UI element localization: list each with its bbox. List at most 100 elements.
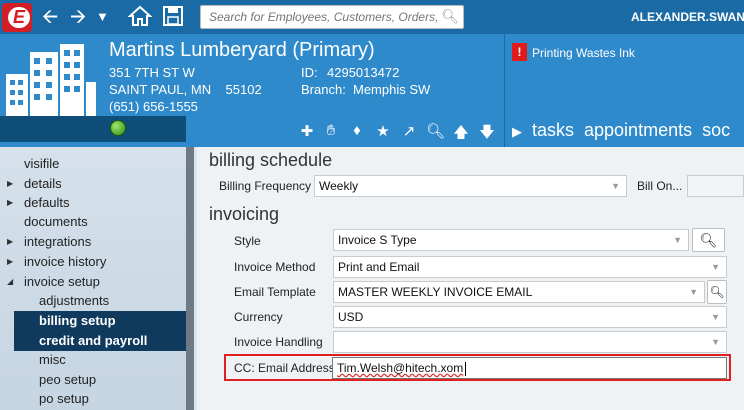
chevron-down-icon[interactable]: ▼ bbox=[711, 307, 720, 327]
sidebar-item-billing-setup[interactable]: billing setup bbox=[14, 311, 186, 331]
sidebar-item-credit-and-payroll[interactable]: credit and payroll bbox=[14, 331, 186, 351]
tab-appointments[interactable]: appointments bbox=[584, 120, 692, 140]
sidebar-item-po-setup[interactable]: po setup bbox=[0, 389, 186, 409]
expand-arrow-icon[interactable]: ▶ bbox=[7, 232, 13, 252]
search-icon[interactable]: 🔍︎ bbox=[441, 8, 459, 25]
bill-on-field[interactable] bbox=[687, 175, 744, 197]
building-icon bbox=[6, 44, 96, 116]
sidebar-item-adjustments[interactable]: adjustments bbox=[0, 291, 186, 311]
billing-frequency-value: Weekly bbox=[319, 179, 359, 193]
invoice-method-value: Print and Email bbox=[338, 260, 420, 274]
user-name[interactable]: ALEXANDER.SWANSO bbox=[631, 10, 744, 24]
chevron-down-icon[interactable]: ▼ bbox=[689, 282, 698, 302]
text-caret bbox=[465, 361, 467, 376]
header-divider bbox=[504, 34, 505, 147]
email-template-search-button[interactable]: 🔍︎ bbox=[707, 280, 727, 304]
search-icon: 🔍︎ bbox=[709, 285, 725, 299]
sidebar-item-invoice-setup[interactable]: ◢ invoice setup bbox=[0, 272, 186, 292]
sidebar-item-defaults[interactable]: ▶ defaults bbox=[0, 193, 186, 213]
email-template-value: MASTER WEEKLY INVOICE EMAIL bbox=[338, 285, 533, 299]
sidebar-item-peo-setup[interactable]: peo setup bbox=[0, 370, 186, 390]
bill-on-label: Bill On... bbox=[637, 179, 683, 193]
branch-label: Branch: bbox=[301, 82, 346, 97]
chevron-down-icon[interactable]: ▼ bbox=[711, 257, 720, 277]
chevron-down-icon[interactable]: ▼ bbox=[611, 176, 620, 196]
alert-icon[interactable]: ! bbox=[512, 43, 527, 61]
invoice-handling-label: Invoice Handling bbox=[234, 335, 323, 349]
collapse-arrow-icon[interactable]: ◢ bbox=[7, 272, 13, 292]
search-record-icon[interactable]: 🔍︎ bbox=[426, 122, 445, 140]
tabs-play-icon: ▶ bbox=[512, 124, 522, 139]
address-line-1: 351 7TH ST W bbox=[109, 65, 195, 80]
style-value: Invoice S Type bbox=[338, 233, 417, 247]
app-logo-icon[interactable]: E bbox=[2, 3, 32, 32]
phone-number: (651) 656-1555 bbox=[109, 99, 198, 114]
sidebar-item-label: visifile bbox=[24, 156, 60, 171]
id-label: ID: bbox=[301, 65, 318, 80]
invoice-method-label: Invoice Method bbox=[234, 260, 316, 274]
status-indicator bbox=[110, 120, 126, 136]
currency-label: Currency bbox=[234, 310, 283, 324]
company-name: Martins Lumberyard (Primary) bbox=[109, 39, 375, 61]
drop-icon[interactable]: ♦ bbox=[348, 122, 366, 139]
sidebar-item-integrations[interactable]: ▶ integrations bbox=[0, 232, 186, 252]
billing-schedule-title: billing schedule bbox=[209, 150, 333, 170]
address-line-2: SAINT PAUL, MN 55102 bbox=[109, 82, 262, 97]
expand-arrow-icon[interactable]: ▶ bbox=[7, 174, 13, 194]
home-icon[interactable] bbox=[127, 5, 153, 33]
history-dropdown-icon[interactable]: ▼ bbox=[96, 5, 109, 29]
id-value: 4295013472 bbox=[327, 65, 400, 80]
save-icon[interactable] bbox=[162, 5, 184, 33]
global-search[interactable]: 🔍︎ bbox=[200, 5, 464, 29]
top-toolbar: E 🡨 🡪 ▼ 🔍︎ ALEXANDER.SWANSO bbox=[0, 0, 744, 34]
sidebar-item-label: peo setup bbox=[39, 372, 97, 387]
currency-select[interactable]: USD ▼ bbox=[333, 306, 727, 328]
tab-social[interactable]: soc bbox=[702, 120, 730, 140]
tab-tasks[interactable]: tasks bbox=[532, 120, 574, 140]
forward-arrow-icon[interactable]: 🡪 bbox=[70, 5, 86, 29]
sidebar-item-visifile[interactable]: visifile bbox=[0, 154, 186, 174]
alert-message[interactable]: Printing Wastes Ink bbox=[532, 46, 635, 60]
sidebar-scrollbar[interactable] bbox=[186, 147, 194, 410]
billing-frequency-select[interactable]: Weekly ▼ bbox=[314, 175, 627, 197]
record-header: Martins Lumberyard (Primary) 351 7TH ST … bbox=[0, 34, 744, 147]
currency-value: USD bbox=[338, 310, 364, 324]
style-select[interactable]: Invoice S Type ▼ bbox=[333, 229, 689, 251]
sidebar-item-label: documents bbox=[24, 214, 88, 229]
sidebar-item-label: integrations bbox=[24, 234, 92, 249]
expand-arrow-icon[interactable]: ▶ bbox=[7, 252, 13, 272]
pointer-icon[interactable]: ✋︎ bbox=[322, 122, 340, 139]
sidebar-item-label: invoice setup bbox=[24, 274, 100, 289]
sidebar-item-label: credit and payroll bbox=[39, 333, 148, 348]
invoice-handling-select[interactable]: ▼ bbox=[333, 331, 727, 353]
cc-email-label: CC: Email Address bbox=[234, 361, 335, 375]
invoicing-title: invoicing bbox=[209, 204, 280, 224]
chevron-down-icon[interactable]: ▼ bbox=[711, 332, 720, 352]
style-search-button[interactable]: 🔍︎ bbox=[692, 228, 725, 252]
sidebar-item-documents[interactable]: documents bbox=[0, 212, 186, 232]
up-arrow-icon[interactable]: 🡅 bbox=[452, 122, 470, 147]
back-arrow-icon[interactable]: 🡨 bbox=[42, 5, 58, 29]
chevron-down-icon[interactable]: ▼ bbox=[673, 230, 682, 250]
header-tabs: ▶ tasks appointments soc bbox=[512, 120, 740, 141]
email-template-label: Email Template bbox=[234, 285, 316, 299]
open-external-icon[interactable]: ↗ bbox=[400, 122, 418, 140]
global-search-input[interactable] bbox=[201, 6, 437, 28]
sidebar-item-label: invoice history bbox=[24, 254, 107, 269]
sidebar-item-label: po setup bbox=[39, 391, 89, 406]
sidebar-item-invoice-history[interactable]: ▶ invoice history bbox=[0, 252, 186, 272]
cc-email-input[interactable]: Tim.Welsh@hitech.xom bbox=[332, 357, 727, 379]
down-arrow-icon[interactable]: 🡇 bbox=[478, 122, 496, 147]
search-icon: 🔍︎ bbox=[699, 232, 718, 248]
add-icon[interactable]: ✚ bbox=[298, 122, 316, 140]
email-template-select[interactable]: MASTER WEEKLY INVOICE EMAIL ▼ bbox=[333, 281, 705, 303]
invoice-method-select[interactable]: Print and Email ▼ bbox=[333, 256, 727, 278]
cc-email-value: Tim.Welsh@hitech.xom bbox=[337, 361, 464, 375]
billing-frequency-label: Billing Frequency bbox=[219, 179, 312, 193]
sidebar-item-misc[interactable]: misc bbox=[0, 350, 186, 370]
expand-arrow-icon[interactable]: ▶ bbox=[7, 193, 13, 213]
header-footer-bar bbox=[0, 116, 186, 142]
style-label: Style bbox=[234, 234, 261, 248]
sidebar-item-details[interactable]: ▶ details bbox=[0, 174, 186, 194]
favorite-star-icon[interactable]: ★ bbox=[374, 122, 392, 140]
